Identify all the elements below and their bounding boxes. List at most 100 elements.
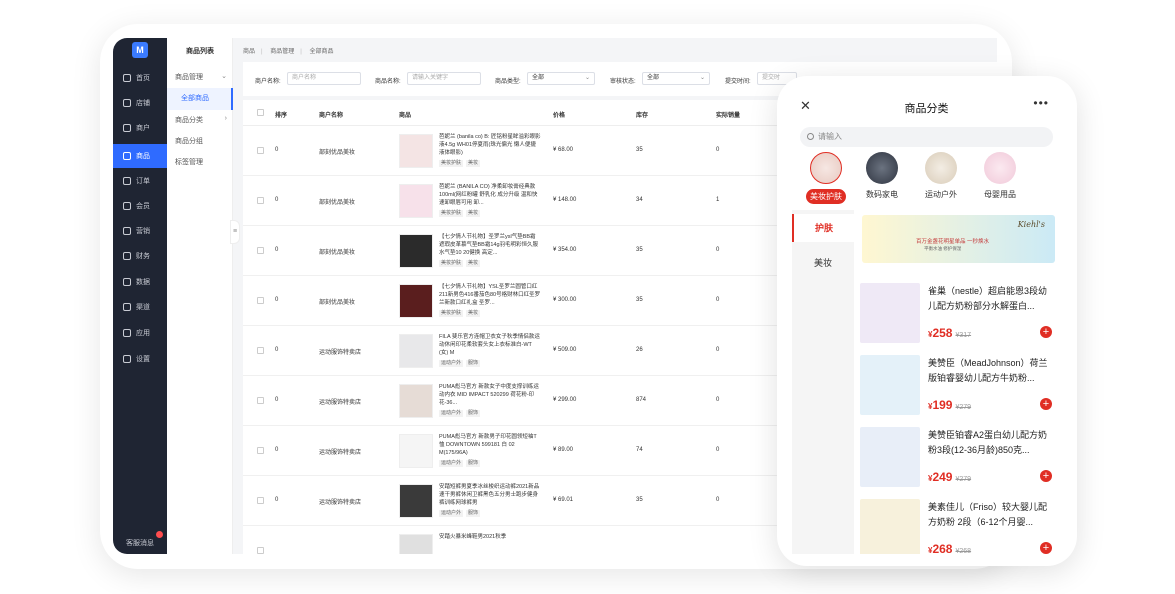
row-stock: 35 xyxy=(636,497,643,503)
row-checkbox[interactable] xyxy=(257,147,264,154)
product-name[interactable]: 芭妮兰 (BANILA CO) 净柔卸妆膏经典款100ml(网红粉罐 舒乳化 成… xyxy=(439,183,541,207)
row-stock: 35 xyxy=(636,147,643,153)
sidebar-item-label: 订单 xyxy=(136,178,150,185)
row-merchant: 部刻优品美妆 xyxy=(319,250,356,256)
product-name[interactable]: PUMA彪马官方 新款女子中度支撑训练运动内衣 MID IMPACT 52029… xyxy=(439,383,541,407)
sidebar-item-order[interactable]: 订单 xyxy=(113,169,167,193)
sidebar-item-data[interactable]: 数据 xyxy=(113,270,167,294)
chevron-down-icon: ⌄ xyxy=(221,73,227,80)
original-price: ¥279 xyxy=(955,404,971,411)
product-name: 美赞臣（MeadJohnson）荷兰版铂睿婴幼儿配方牛奶粉... xyxy=(928,358,1048,383)
price-value: 249 xyxy=(932,470,953,484)
sidebar-item-store[interactable]: 店铺 xyxy=(113,91,167,115)
row-merchant: 部刻优品美妆 xyxy=(319,200,356,206)
mobile-search-input[interactable]: 请输入 xyxy=(800,127,1053,147)
filter-label: 商品名称: xyxy=(375,79,401,85)
product-name-input[interactable]: 请输入关键字 xyxy=(407,72,481,85)
subnav-item-product-management[interactable]: 商品管理 ⌄ xyxy=(175,72,233,82)
original-price-value: 317 xyxy=(959,332,972,339)
category-beauty[interactable]: 美妆护肤 xyxy=(798,152,854,204)
merchant-name-input[interactable]: 商户名称 xyxy=(287,72,361,85)
promo-banner[interactable]: Kiehl's 百万金盏花明星单品 一秒焕水 平衡水油 修护保湿 xyxy=(862,215,1055,263)
add-to-cart-icon[interactable]: + xyxy=(1040,326,1052,338)
breadcrumb-item[interactable]: 商品 xyxy=(243,49,255,55)
filter-label: 提交时间: xyxy=(725,79,751,85)
mobile-product-card[interactable]: 美赞臣（MeadJohnson）荷兰版铂睿婴幼儿配方牛奶粉... ¥199 ¥279… xyxy=(858,349,1058,421)
row-sales: 0 xyxy=(716,247,720,253)
row-checkbox[interactable] xyxy=(257,547,264,554)
row-checkbox[interactable] xyxy=(257,297,264,304)
category-label: 运动户外 xyxy=(925,190,957,199)
column-header-sort: 排序 xyxy=(275,113,288,119)
mobile-product-card[interactable]: 美素佳儿（Friso）较大婴儿配方奶粉 2段（6-12个月婴... ¥268 ¥26… xyxy=(858,493,1058,554)
product-price: ¥258 ¥317 xyxy=(928,326,971,340)
category-baby[interactable]: 母婴用品 xyxy=(972,152,1028,200)
subnav-item-all-products[interactable]: 全部商品 xyxy=(167,88,233,110)
sidebar-item-marketing[interactable]: 营销 xyxy=(113,219,167,243)
customer-service-messages[interactable]: 客服消息 xyxy=(113,531,167,548)
row-sort: 0 xyxy=(275,447,279,453)
add-to-cart-icon[interactable]: + xyxy=(1040,398,1052,410)
sidebar-item-label: 设置 xyxy=(136,356,150,363)
add-to-cart-icon[interactable]: + xyxy=(1040,542,1052,554)
row-checkbox[interactable] xyxy=(257,497,264,504)
sidebar-item-home[interactable]: 首页 xyxy=(113,66,167,90)
banner-headline: 百万金盏花明星单品 一秒焕水 xyxy=(916,239,990,245)
row-checkbox[interactable] xyxy=(257,447,264,454)
row-merchant: 部刻优品美妆 xyxy=(319,300,356,306)
product-image xyxy=(860,427,920,487)
subnav-item-tags[interactable]: 标签管理 xyxy=(175,157,203,167)
category-electronics[interactable]: 数码家电 xyxy=(854,152,910,200)
product-name[interactable]: 安踏火暴米峰鞋男2021秋季 xyxy=(439,533,541,541)
row-checkbox[interactable] xyxy=(257,247,264,254)
row-checkbox[interactable] xyxy=(257,197,264,204)
sidebar-item-label: 首页 xyxy=(136,75,150,82)
sidebar-item-channel[interactable]: 渠道 xyxy=(113,295,167,319)
breadcrumb-item[interactable]: 商品管理 xyxy=(270,49,294,55)
add-to-cart-icon[interactable]: + xyxy=(1040,470,1052,482)
product-tags: 运动户外 服饰 xyxy=(439,510,483,517)
sidebar-item-finance[interactable]: 财务 xyxy=(113,244,167,268)
product-tag: 服饰 xyxy=(466,410,481,417)
row-price: ¥ 300.00 xyxy=(553,297,577,303)
row-stock: 35 xyxy=(636,297,643,303)
sidebar-item-merchant[interactable]: 商户 xyxy=(113,116,167,140)
product-tag: 美妆 xyxy=(466,260,481,267)
category-label: 母婴用品 xyxy=(984,190,1016,199)
sidebar-item-settings[interactable]: 设置 xyxy=(113,347,167,371)
mobile-page-title: 商品分类 xyxy=(904,103,949,115)
mobile-product-card[interactable]: 雀巢（nestle）超启能恩3段幼儿配方奶粉部分水解蛋白... ¥258 ¥317 + xyxy=(858,277,1058,349)
mobile-product-card[interactable]: 美赞臣铂睿A2蛋白幼儿配方奶粉3段(12-36月龄)850克... ¥249 ¥27… xyxy=(858,421,1058,493)
product-name[interactable]: 【七夕情人节礼物】YSL圣罗兰圆管口红211新男色416番茄色80号格财林口红圣… xyxy=(439,283,541,307)
product-name[interactable]: FILA 斐乐官方连帽卫衣女子秋季情侣款运动休闲印花柔软套头女上衣标准白-WT … xyxy=(439,333,541,357)
product-name[interactable]: 芭妮兰 (banila co) B: 匠铭粉星眸溢彩眼影液4.5g WH01停夏… xyxy=(439,133,541,157)
product-name[interactable]: PUMA彪马官方 新款男子印花圆领短袖T恤 DOWNTOWN 599181 白 … xyxy=(439,433,541,457)
product-name[interactable]: 【七夕情人节礼物】圣罗兰ysl气垫BB霜遮瑕皮革慕气垫BB霜14g羽毛明彩恒久服… xyxy=(439,233,541,257)
subcategory-skincare[interactable]: 护肤 xyxy=(792,214,854,242)
subcategory-makeup[interactable]: 美妆 xyxy=(792,256,854,269)
sidebar-item-apps[interactable]: 应用 xyxy=(113,321,167,345)
more-icon[interactable]: ••• xyxy=(1033,96,1049,110)
product-thumbnail xyxy=(399,284,433,318)
row-stock: 874 xyxy=(636,397,647,403)
sidebar-item-product[interactable]: 商品 xyxy=(113,144,167,168)
category-outdoor[interactable]: 运动户外 xyxy=(913,152,969,200)
sidebar-item-label: 应用 xyxy=(136,330,150,337)
review-status-select[interactable]: 全部 ⌄ xyxy=(642,72,710,85)
row-checkbox[interactable] xyxy=(257,347,264,354)
sidebar-item-label: 财务 xyxy=(136,253,150,260)
product-thumbnail xyxy=(399,534,433,554)
collapse-sidebar-handle[interactable]: ≡ xyxy=(230,220,240,244)
select-all-checkbox[interactable] xyxy=(257,109,264,116)
sidebar-item-member[interactable]: 会员 xyxy=(113,194,167,218)
product-price: ¥249 ¥279 xyxy=(928,470,971,484)
subnav-item-categories[interactable]: 商品分类 › xyxy=(175,115,233,125)
subnav-item-groups[interactable]: 商品分组 xyxy=(175,136,203,146)
subnav-title: 商品列表 xyxy=(186,48,214,55)
row-checkbox[interactable] xyxy=(257,397,264,404)
row-price: ¥ 354.00 xyxy=(553,247,577,253)
original-price: ¥317 xyxy=(955,332,971,339)
breadcrumb-item: 全部商品 xyxy=(309,49,334,55)
product-name[interactable]: 安踏短裤男夏季冰丝梭织运动裤2021新品速干男裤休闲卫裤黑色五分男士跑步健身裤训… xyxy=(439,483,541,507)
product-type-select[interactable]: 全部 ⌄ xyxy=(527,72,595,85)
